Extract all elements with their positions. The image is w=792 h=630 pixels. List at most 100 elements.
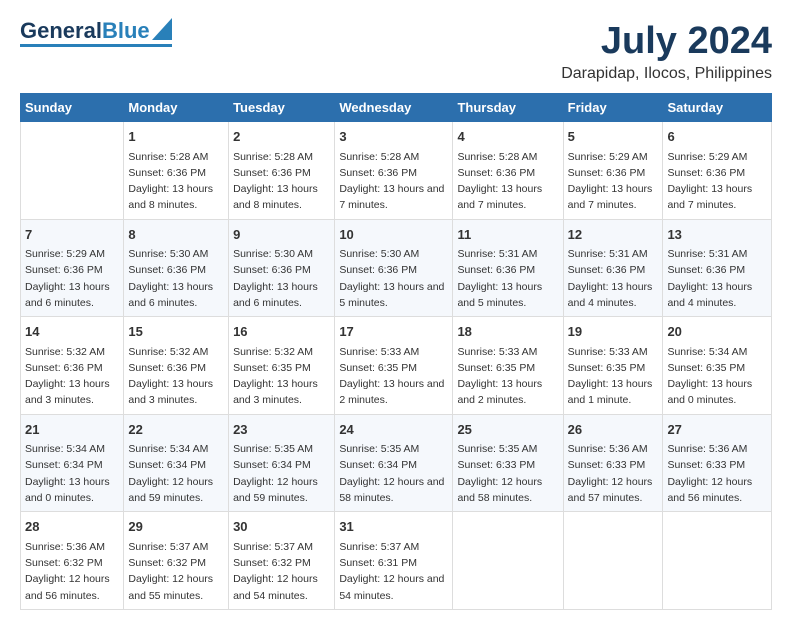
day-number: 12 <box>568 225 659 245</box>
cell-sun-data: Sunrise: 5:36 AMSunset: 6:33 PMDaylight:… <box>667 441 767 506</box>
calendar-cell <box>563 512 663 610</box>
calendar-cell: 31Sunrise: 5:37 AMSunset: 6:31 PMDayligh… <box>335 512 453 610</box>
column-header-monday: Monday <box>124 94 229 122</box>
cell-sun-data: Sunrise: 5:34 AMSunset: 6:35 PMDaylight:… <box>667 344 767 409</box>
day-number: 4 <box>457 127 558 147</box>
page-header: GeneralBlue July 2024 Darapidap, Ilocos,… <box>20 20 772 83</box>
calendar-table: SundayMondayTuesdayWednesdayThursdayFrid… <box>20 93 772 610</box>
cell-sun-data: Sunrise: 5:37 AMSunset: 6:31 PMDaylight:… <box>339 539 448 604</box>
calendar-week-row: 14Sunrise: 5:32 AMSunset: 6:36 PMDayligh… <box>21 317 772 415</box>
logo-arrow-icon <box>152 18 172 40</box>
day-number: 22 <box>128 420 224 440</box>
day-number: 5 <box>568 127 659 147</box>
calendar-week-row: 28Sunrise: 5:36 AMSunset: 6:32 PMDayligh… <box>21 512 772 610</box>
cell-sun-data: Sunrise: 5:36 AMSunset: 6:32 PMDaylight:… <box>25 539 119 604</box>
cell-sun-data: Sunrise: 5:29 AMSunset: 6:36 PMDaylight:… <box>25 246 119 311</box>
calendar-cell: 21Sunrise: 5:34 AMSunset: 6:34 PMDayligh… <box>21 414 124 512</box>
day-number: 7 <box>25 225 119 245</box>
cell-sun-data: Sunrise: 5:36 AMSunset: 6:33 PMDaylight:… <box>568 441 659 506</box>
cell-sun-data: Sunrise: 5:37 AMSunset: 6:32 PMDaylight:… <box>128 539 224 604</box>
calendar-cell: 7Sunrise: 5:29 AMSunset: 6:36 PMDaylight… <box>21 219 124 317</box>
cell-sun-data: Sunrise: 5:28 AMSunset: 6:36 PMDaylight:… <box>128 149 224 214</box>
calendar-cell: 2Sunrise: 5:28 AMSunset: 6:36 PMDaylight… <box>229 122 335 220</box>
cell-sun-data: Sunrise: 5:33 AMSunset: 6:35 PMDaylight:… <box>568 344 659 409</box>
calendar-cell: 9Sunrise: 5:30 AMSunset: 6:36 PMDaylight… <box>229 219 335 317</box>
cell-sun-data: Sunrise: 5:28 AMSunset: 6:36 PMDaylight:… <box>457 149 558 214</box>
logo: GeneralBlue <box>20 20 172 47</box>
cell-sun-data: Sunrise: 5:31 AMSunset: 6:36 PMDaylight:… <box>457 246 558 311</box>
column-header-friday: Friday <box>563 94 663 122</box>
calendar-week-row: 21Sunrise: 5:34 AMSunset: 6:34 PMDayligh… <box>21 414 772 512</box>
column-header-tuesday: Tuesday <box>229 94 335 122</box>
calendar-cell: 15Sunrise: 5:32 AMSunset: 6:36 PMDayligh… <box>124 317 229 415</box>
cell-sun-data: Sunrise: 5:37 AMSunset: 6:32 PMDaylight:… <box>233 539 330 604</box>
calendar-cell: 13Sunrise: 5:31 AMSunset: 6:36 PMDayligh… <box>663 219 772 317</box>
calendar-cell: 19Sunrise: 5:33 AMSunset: 6:35 PMDayligh… <box>563 317 663 415</box>
calendar-cell: 4Sunrise: 5:28 AMSunset: 6:36 PMDaylight… <box>453 122 563 220</box>
cell-sun-data: Sunrise: 5:30 AMSunset: 6:36 PMDaylight:… <box>339 246 448 311</box>
cell-sun-data: Sunrise: 5:30 AMSunset: 6:36 PMDaylight:… <box>128 246 224 311</box>
calendar-header-row: SundayMondayTuesdayWednesdayThursdayFrid… <box>21 94 772 122</box>
day-number: 30 <box>233 517 330 537</box>
calendar-cell: 22Sunrise: 5:34 AMSunset: 6:34 PMDayligh… <box>124 414 229 512</box>
day-number: 8 <box>128 225 224 245</box>
day-number: 13 <box>667 225 767 245</box>
calendar-cell: 14Sunrise: 5:32 AMSunset: 6:36 PMDayligh… <box>21 317 124 415</box>
calendar-week-row: 7Sunrise: 5:29 AMSunset: 6:36 PMDaylight… <box>21 219 772 317</box>
calendar-cell: 16Sunrise: 5:32 AMSunset: 6:35 PMDayligh… <box>229 317 335 415</box>
column-header-sunday: Sunday <box>21 94 124 122</box>
day-number: 2 <box>233 127 330 147</box>
calendar-week-row: 1Sunrise: 5:28 AMSunset: 6:36 PMDaylight… <box>21 122 772 220</box>
day-number: 9 <box>233 225 330 245</box>
calendar-cell: 18Sunrise: 5:33 AMSunset: 6:35 PMDayligh… <box>453 317 563 415</box>
calendar-cell: 3Sunrise: 5:28 AMSunset: 6:36 PMDaylight… <box>335 122 453 220</box>
day-number: 21 <box>25 420 119 440</box>
calendar-cell: 26Sunrise: 5:36 AMSunset: 6:33 PMDayligh… <box>563 414 663 512</box>
calendar-cell: 11Sunrise: 5:31 AMSunset: 6:36 PMDayligh… <box>453 219 563 317</box>
calendar-cell: 27Sunrise: 5:36 AMSunset: 6:33 PMDayligh… <box>663 414 772 512</box>
day-number: 11 <box>457 225 558 245</box>
day-number: 15 <box>128 322 224 342</box>
column-header-thursday: Thursday <box>453 94 563 122</box>
cell-sun-data: Sunrise: 5:29 AMSunset: 6:36 PMDaylight:… <box>568 149 659 214</box>
cell-sun-data: Sunrise: 5:29 AMSunset: 6:36 PMDaylight:… <box>667 149 767 214</box>
cell-sun-data: Sunrise: 5:33 AMSunset: 6:35 PMDaylight:… <box>457 344 558 409</box>
day-number: 10 <box>339 225 448 245</box>
day-number: 31 <box>339 517 448 537</box>
calendar-cell: 20Sunrise: 5:34 AMSunset: 6:35 PMDayligh… <box>663 317 772 415</box>
day-number: 19 <box>568 322 659 342</box>
day-number: 28 <box>25 517 119 537</box>
column-header-saturday: Saturday <box>663 94 772 122</box>
month-year-title: July 2024 <box>561 20 772 63</box>
calendar-cell: 25Sunrise: 5:35 AMSunset: 6:33 PMDayligh… <box>453 414 563 512</box>
day-number: 24 <box>339 420 448 440</box>
calendar-cell <box>453 512 563 610</box>
calendar-cell: 17Sunrise: 5:33 AMSunset: 6:35 PMDayligh… <box>335 317 453 415</box>
cell-sun-data: Sunrise: 5:34 AMSunset: 6:34 PMDaylight:… <box>128 441 224 506</box>
cell-sun-data: Sunrise: 5:31 AMSunset: 6:36 PMDaylight:… <box>568 246 659 311</box>
calendar-cell: 10Sunrise: 5:30 AMSunset: 6:36 PMDayligh… <box>335 219 453 317</box>
cell-sun-data: Sunrise: 5:30 AMSunset: 6:36 PMDaylight:… <box>233 246 330 311</box>
column-header-wednesday: Wednesday <box>335 94 453 122</box>
day-number: 6 <box>667 127 767 147</box>
calendar-cell <box>663 512 772 610</box>
day-number: 14 <box>25 322 119 342</box>
day-number: 29 <box>128 517 224 537</box>
cell-sun-data: Sunrise: 5:35 AMSunset: 6:33 PMDaylight:… <box>457 441 558 506</box>
day-number: 20 <box>667 322 767 342</box>
calendar-cell: 8Sunrise: 5:30 AMSunset: 6:36 PMDaylight… <box>124 219 229 317</box>
day-number: 25 <box>457 420 558 440</box>
calendar-cell: 24Sunrise: 5:35 AMSunset: 6:34 PMDayligh… <box>335 414 453 512</box>
cell-sun-data: Sunrise: 5:31 AMSunset: 6:36 PMDaylight:… <box>667 246 767 311</box>
calendar-cell: 28Sunrise: 5:36 AMSunset: 6:32 PMDayligh… <box>21 512 124 610</box>
day-number: 18 <box>457 322 558 342</box>
cell-sun-data: Sunrise: 5:28 AMSunset: 6:36 PMDaylight:… <box>233 149 330 214</box>
location-subtitle: Darapidap, Ilocos, Philippines <box>561 65 772 83</box>
day-number: 3 <box>339 127 448 147</box>
day-number: 27 <box>667 420 767 440</box>
cell-sun-data: Sunrise: 5:33 AMSunset: 6:35 PMDaylight:… <box>339 344 448 409</box>
day-number: 1 <box>128 127 224 147</box>
day-number: 23 <box>233 420 330 440</box>
cell-sun-data: Sunrise: 5:34 AMSunset: 6:34 PMDaylight:… <box>25 441 119 506</box>
calendar-cell: 23Sunrise: 5:35 AMSunset: 6:34 PMDayligh… <box>229 414 335 512</box>
